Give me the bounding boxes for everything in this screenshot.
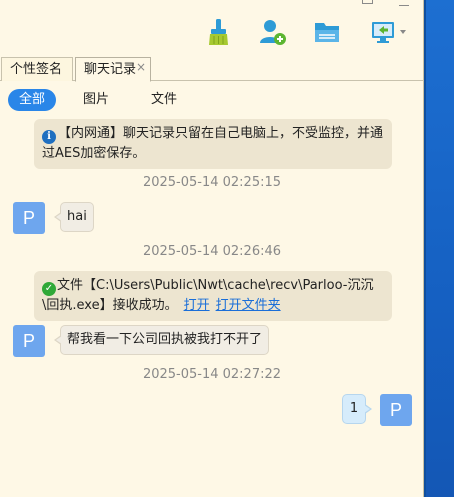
check-icon: ✓	[42, 282, 56, 296]
close-icon[interactable]	[399, 0, 409, 6]
avatar[interactable]: P	[13, 202, 45, 234]
tab-chat-history-label: 聊天记录	[84, 62, 137, 77]
message-bubble: 帮我看一下公司回执被我打不开了	[53, 325, 270, 355]
window-controls	[362, 0, 409, 6]
desktop-background	[424, 0, 454, 497]
minimize-icon[interactable]	[362, 0, 373, 4]
chat-history-panel: 个性签名 聊天记录 × 全部 图片 文件 i 【内网通】聊天记录只留在自己电脑上，…	[0, 0, 424, 497]
open-file-link[interactable]: 打开	[184, 298, 210, 313]
avatar-self[interactable]: P	[380, 394, 412, 426]
open-folder-link[interactable]: 打开文件夹	[216, 298, 281, 313]
tab-signature-label: 个性签名	[10, 62, 63, 77]
avatar[interactable]: P	[13, 325, 45, 357]
brush-icon[interactable]	[204, 16, 234, 48]
system-notice: i 【内网通】聊天记录只留在自己电脑上，不受监控，并通过AES加密保存。	[34, 119, 392, 169]
filter-files[interactable]: 文件	[140, 89, 188, 111]
filter-images[interactable]: 图片	[72, 89, 120, 111]
timestamp: 2025-05-14 02:27:22	[142, 367, 282, 382]
system-notice-text: 【内网通】聊天记录只留在自己电脑上，不受监控，并通过AES加密保存。	[42, 126, 384, 161]
folder-icon[interactable]	[312, 16, 342, 48]
add-contact-icon[interactable]	[258, 16, 288, 48]
message-bubble: hai	[54, 202, 94, 232]
filter-all[interactable]: 全部	[8, 89, 57, 111]
message-bubble-sent: 1	[342, 394, 372, 424]
timestamp: 2025-05-14 02:26:46	[142, 244, 282, 259]
tab-signature[interactable]: 个性签名	[1, 57, 73, 81]
file-received-notice: ✓ 文件【C:\Users\Public\Nwt\cache\recv\Parlo…	[34, 271, 392, 321]
timestamp: 2025-05-14 02:25:15	[142, 175, 282, 190]
filter-bar: 全部 图片 文件	[8, 88, 208, 112]
info-icon: i	[42, 130, 56, 144]
toolbar	[0, 16, 424, 52]
tab-chat-history[interactable]: 聊天记录 ×	[75, 57, 151, 82]
tab-bar: 个性签名 聊天记录 ×	[0, 57, 424, 82]
tab-close-icon[interactable]: ×	[136, 56, 146, 79]
screen-share-icon[interactable]	[368, 16, 412, 48]
